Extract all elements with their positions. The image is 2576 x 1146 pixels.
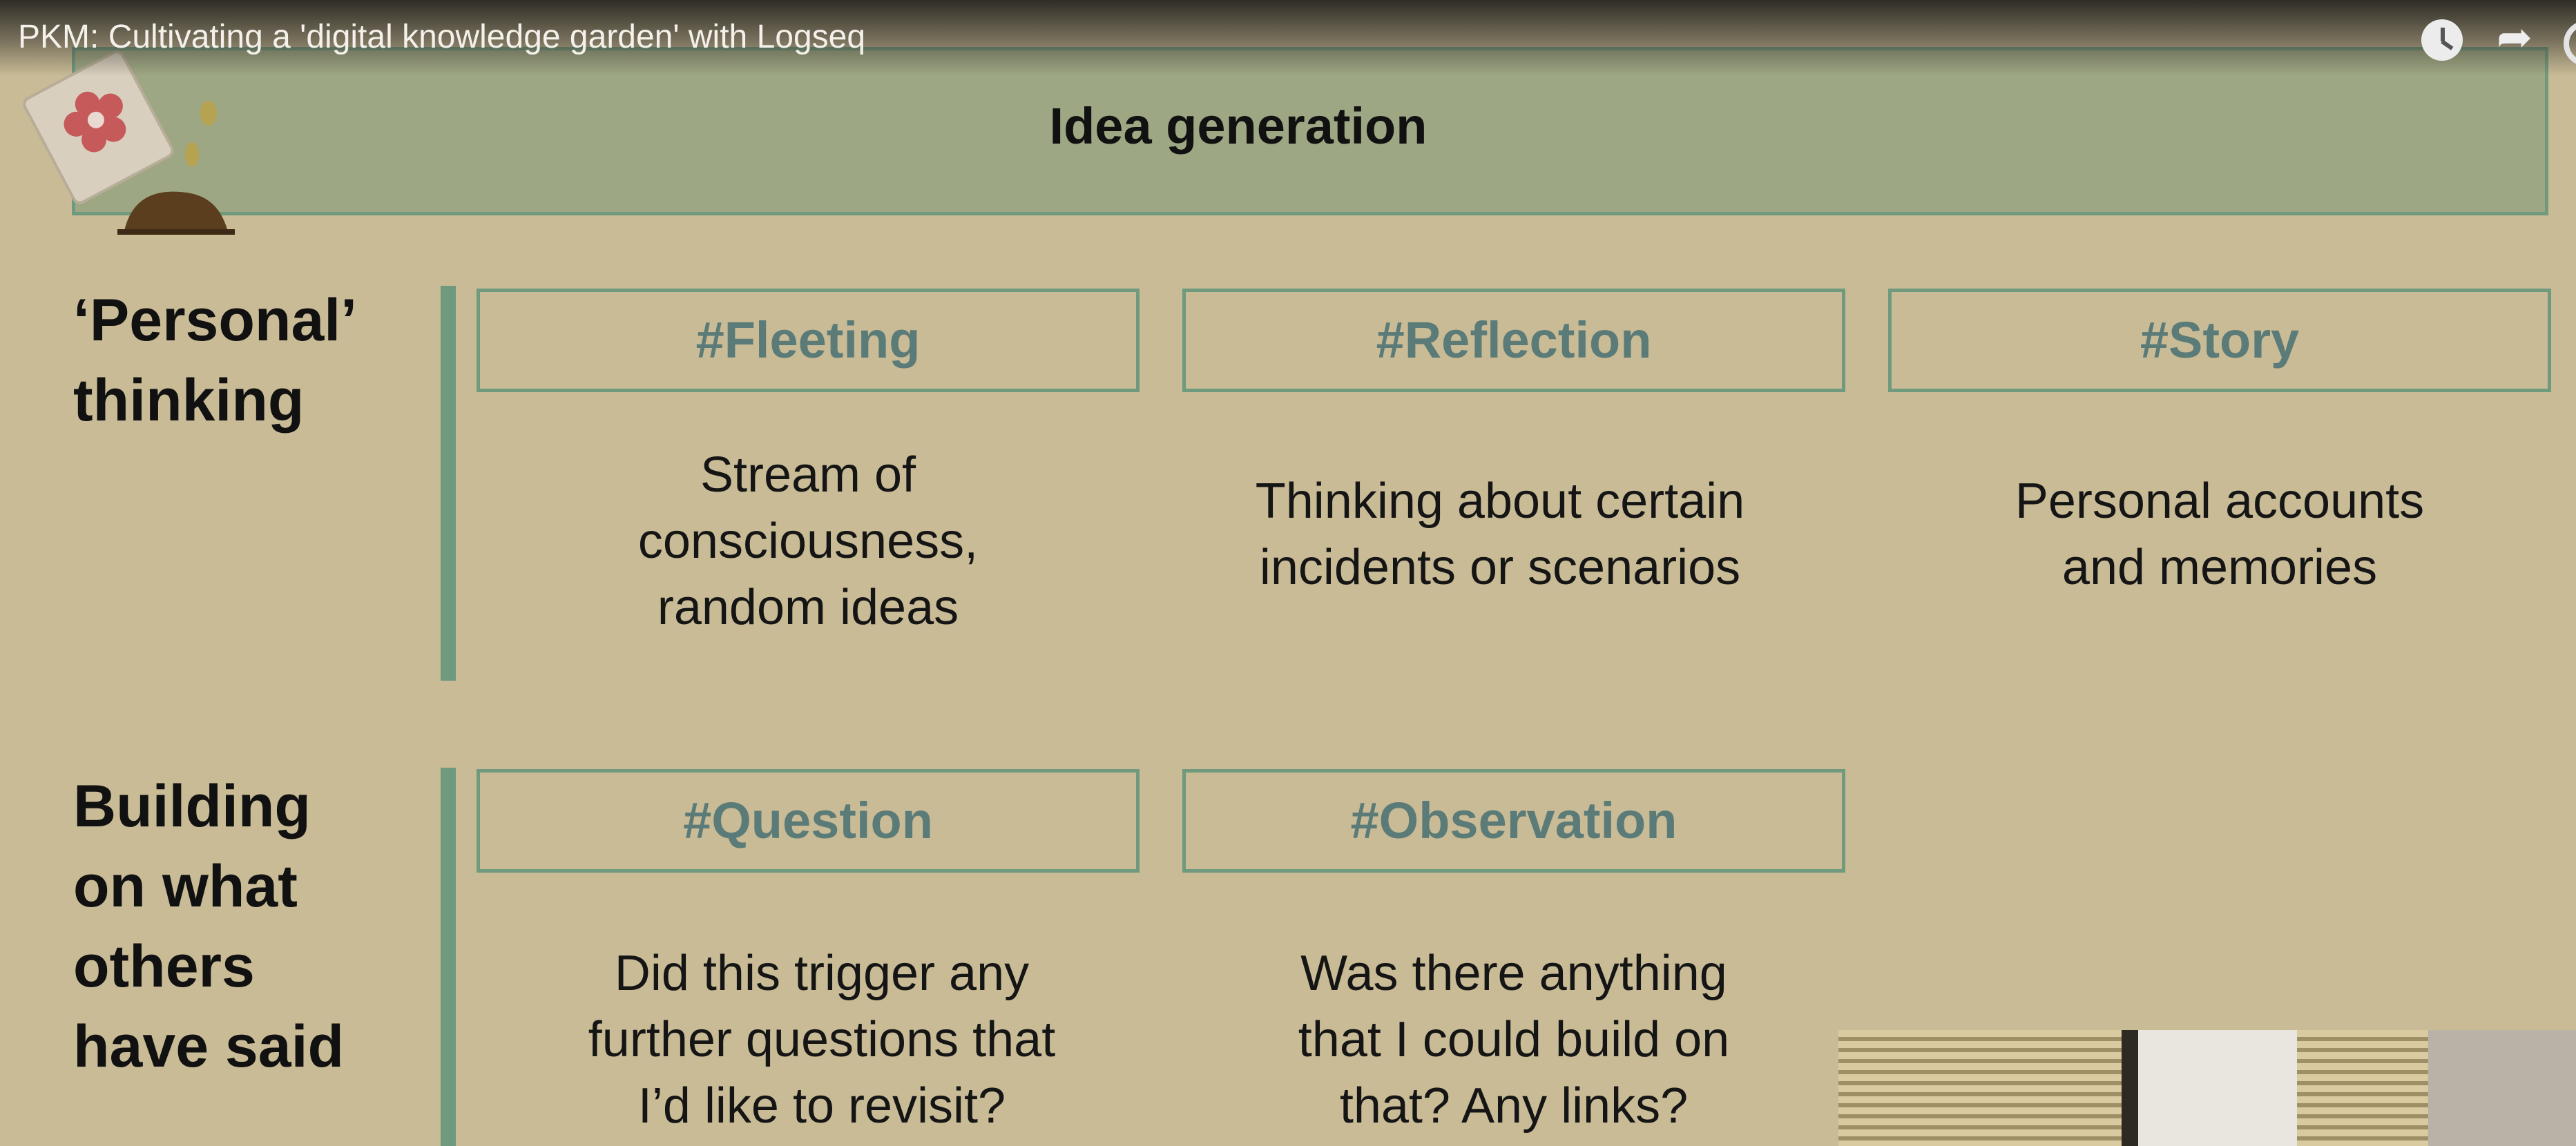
slide-title: Idea generation (1049, 97, 1428, 155)
row-divider-bar (441, 768, 456, 1146)
row-label-building-on-others: Building on what others have said (73, 766, 344, 1087)
desc-line: incidents or scenarios (1259, 540, 1741, 595)
clock-icon[interactable] (2421, 19, 2463, 61)
window-blind (2297, 1030, 2428, 1146)
window-frame (2122, 1030, 2138, 1146)
row-label-personal-thinking: ‘Personal’ thinking (73, 280, 357, 440)
desc-line: further questions that (588, 1012, 1056, 1067)
desc-line: Stream of (700, 447, 916, 503)
desc-line: Did this trigger any (614, 946, 1030, 1001)
video-title[interactable]: PKM: Cultivating a 'digital knowledge ga… (18, 18, 865, 56)
row-label-line: Building (73, 773, 311, 839)
desc-line: Personal accounts (2015, 474, 2425, 529)
tag-story: #Story (1888, 289, 2551, 392)
desc-line: that I could build on (1298, 1012, 1730, 1067)
row-label-line: thinking (73, 367, 305, 434)
desc-question: Did this trigger any further questions t… (490, 940, 1153, 1139)
window-blind (1838, 1030, 2122, 1146)
tag-observation: #Observation (1182, 769, 1845, 873)
row-label-line: have said (73, 1013, 344, 1080)
desc-line: I’d like to revisit? (637, 1078, 1006, 1134)
desc-line: consciousness, (637, 514, 979, 569)
row-label-line: others (73, 933, 255, 1000)
wall (2428, 1030, 2576, 1146)
desc-story: Personal accounts and memories (1888, 468, 2551, 601)
desc-observation: Was there anything that I could build on… (1182, 940, 1845, 1139)
tag-fleeting: #Fleeting (477, 289, 1140, 392)
tag-reflection: #Reflection (1182, 289, 1845, 392)
row-label-line: ‘Personal’ (73, 287, 358, 353)
desc-line: Thinking about certain (1255, 474, 1745, 529)
row-divider-bar (441, 286, 456, 681)
desc-line: random ideas (657, 580, 959, 635)
desc-reflection: Thinking about certain incidents or scen… (1169, 468, 1832, 601)
desc-fleeting: Stream of consciousness, random ideas (477, 442, 1140, 641)
desc-line: that? Any links? (1339, 1078, 1689, 1134)
share-arrow-icon[interactable]: ➦ (2492, 15, 2537, 61)
row-label-line: on what (73, 853, 298, 920)
presenter-webcam-thumbnail (1838, 1030, 2576, 1146)
wall (2138, 1030, 2297, 1146)
desc-line: Was there anything (1300, 946, 1727, 1001)
desc-line: and memories (2061, 540, 2378, 595)
tag-question: #Question (477, 769, 1140, 873)
